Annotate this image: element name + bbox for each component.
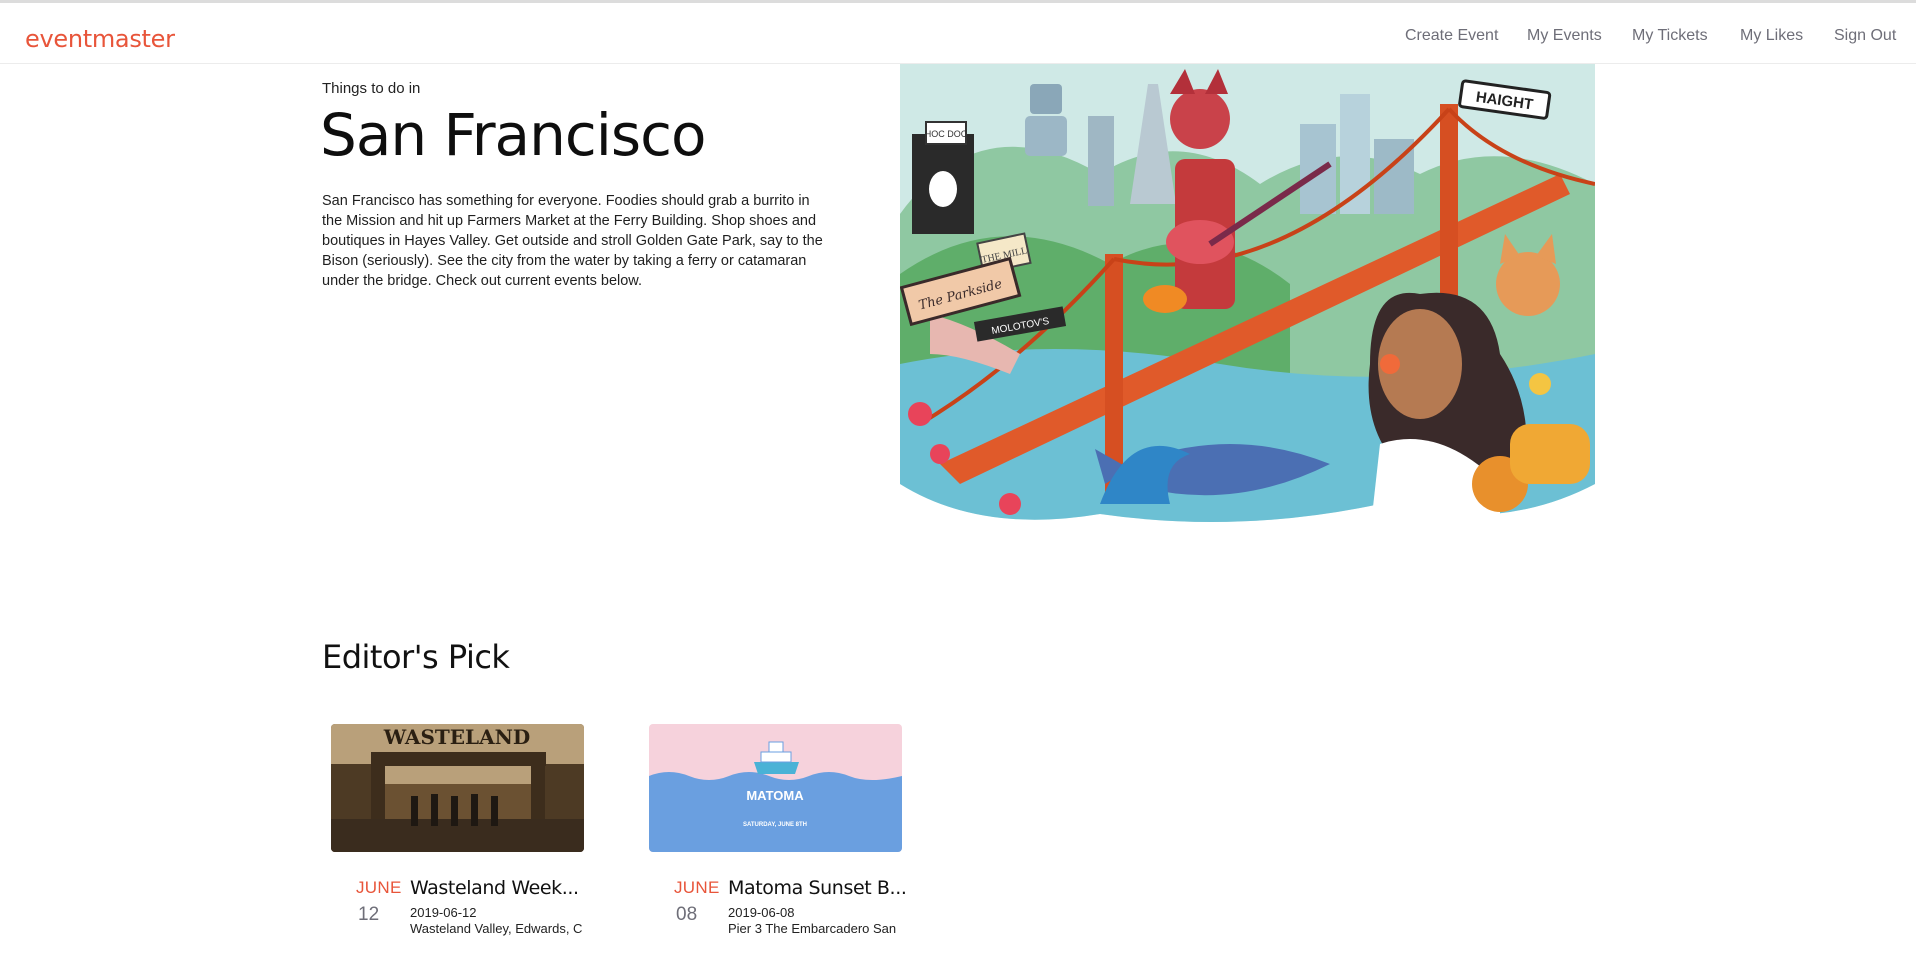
matoma-image-subtitle: SATURDAY, JUNE 8TH <box>743 822 807 828</box>
section-title: Editor's Pick <box>322 638 510 676</box>
event-venue: Wasteland Valley, Edwards, C <box>410 921 583 936</box>
event-title[interactable]: Matoma Sunset B... <box>728 877 907 899</box>
top-navbar: eventmaster Create Event My Events My Ti… <box>0 3 1916 64</box>
event-image[interactable]: MATOMA SATURDAY, JUNE 8TH <box>649 724 902 852</box>
event-card[interactable]: WASTELAND JUNE 12 Wasteland Week... 2019… <box>323 724 584 972</box>
hero-eyebrow: Things to do in <box>322 80 421 97</box>
sign-hoc-doc: HOC DOC <box>925 129 968 139</box>
event-date: 2019-06-08 <box>728 905 795 920</box>
hero-illustration: HAIGHT THE MILL The Parkside MOLOTOV'S H… <box>900 64 1595 534</box>
page-title: San Francisco <box>320 101 706 169</box>
event-day: 08 <box>676 904 698 925</box>
event-card[interactable]: MATOMA SATURDAY, JUNE 8TH JUNE 08 Matoma… <box>641 724 907 972</box>
nav-create-event[interactable]: Create Event <box>1405 27 1498 45</box>
nav-my-likes[interactable]: My Likes <box>1740 27 1803 45</box>
nav-sign-out[interactable]: Sign Out <box>1834 27 1896 45</box>
event-date: 2019-06-12 <box>410 905 477 920</box>
event-day: 12 <box>358 904 380 925</box>
event-image[interactable]: WASTELAND <box>331 724 584 852</box>
event-title[interactable]: Wasteland Week... <box>410 877 579 899</box>
wasteland-image-text: WASTELAND <box>383 725 530 749</box>
event-venue: Pier 3 The Embarcadero San <box>728 921 897 936</box>
logo[interactable]: eventmaster <box>25 25 175 53</box>
event-month: JUNE <box>674 878 720 897</box>
city-description: San Francisco has something for everyone… <box>322 193 823 289</box>
nav-my-events[interactable]: My Events <box>1527 27 1602 45</box>
matoma-image-title: MATOMA <box>746 788 804 803</box>
nav-my-tickets[interactable]: My Tickets <box>1632 27 1708 45</box>
event-month: JUNE <box>356 878 402 897</box>
